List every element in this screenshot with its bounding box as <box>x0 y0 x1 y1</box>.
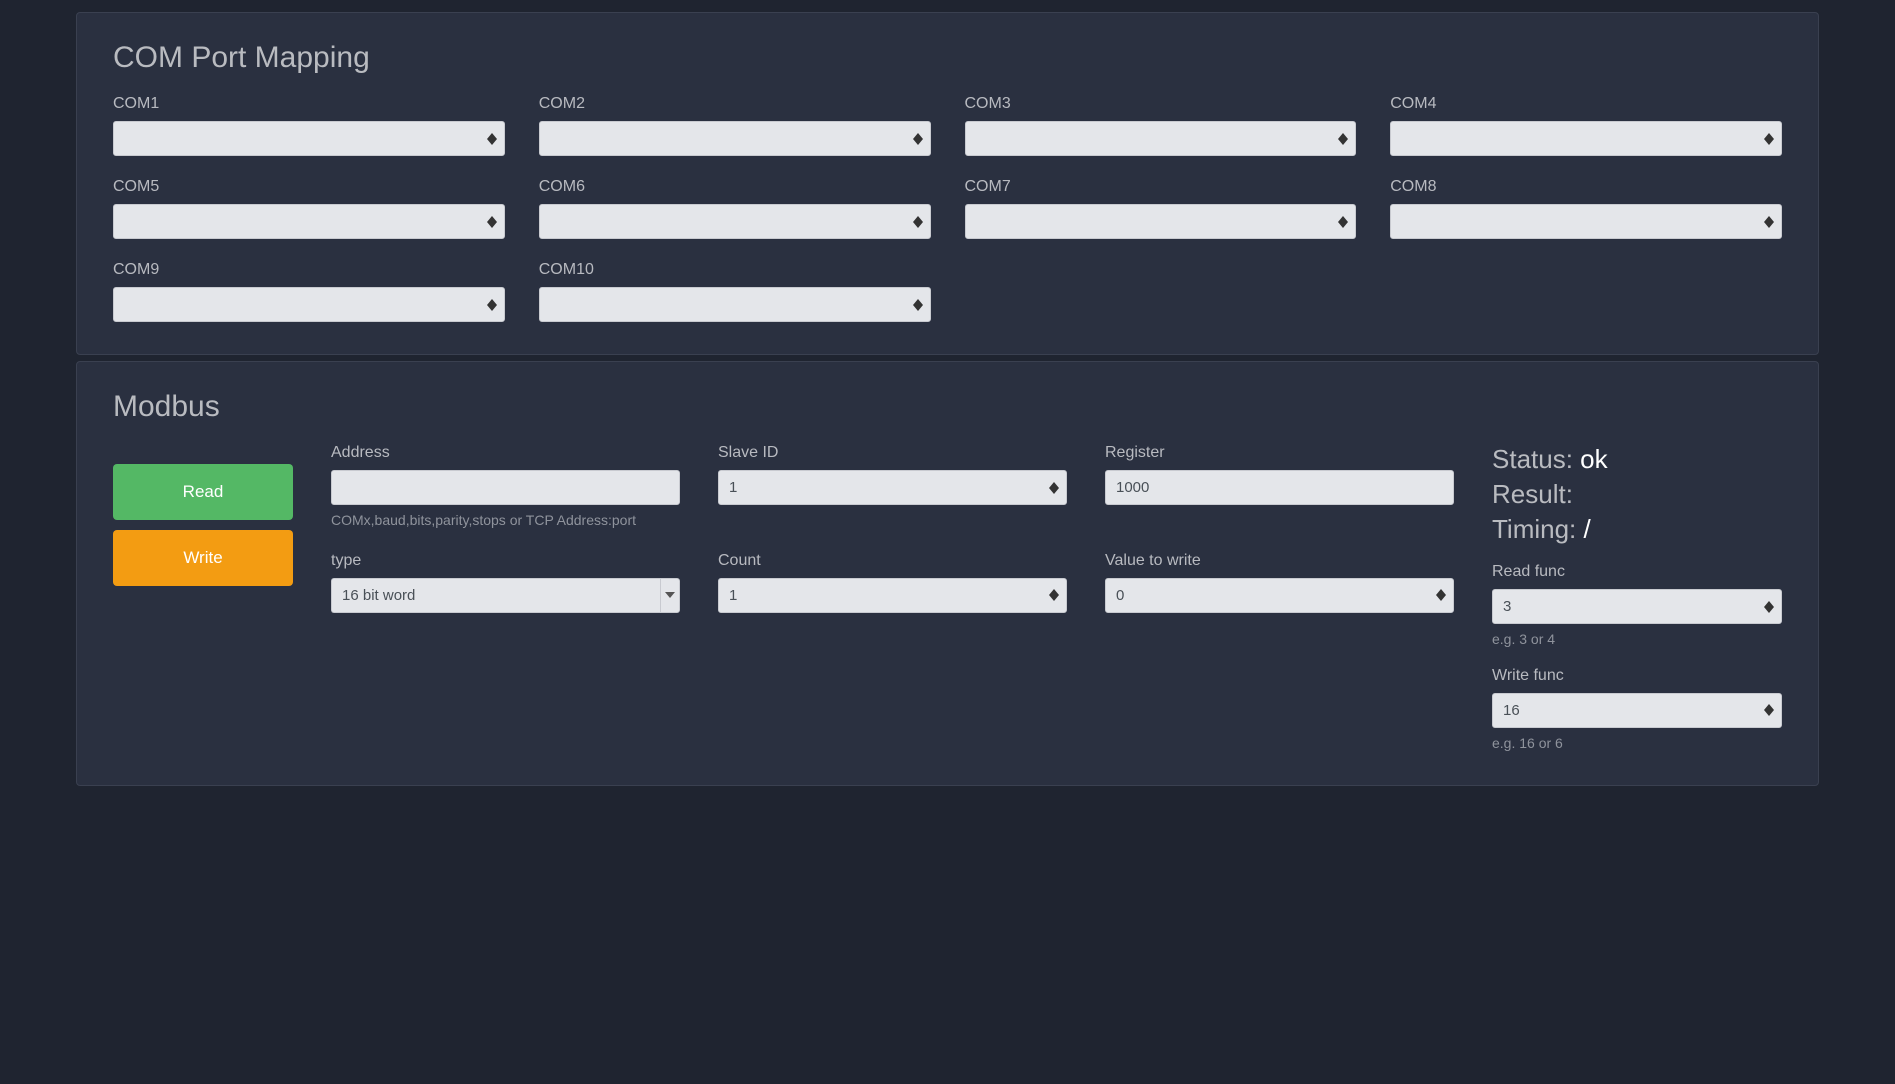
com-port-label: COM4 <box>1390 95 1782 113</box>
modbus-panel: Modbus Read Write Address COMx,baud,bits… <box>76 361 1819 786</box>
status-value: ok <box>1580 444 1607 474</box>
write-button[interactable]: Write <box>113 530 293 586</box>
com-port-field: COM8 <box>1390 178 1782 239</box>
com-port-mapping-panel: COM Port Mapping COM1COM2COM3COM4COM5COM… <box>76 12 1819 355</box>
com-port-label: COM8 <box>1390 178 1782 196</box>
com-port-field: COM2 <box>539 95 931 156</box>
read-func-label: Read func <box>1492 563 1782 581</box>
com-port-label: COM7 <box>965 178 1357 196</box>
result-label: Result: <box>1492 479 1573 509</box>
modbus-title: Modbus <box>113 390 1782 424</box>
timing-label: Timing: <box>1492 514 1576 544</box>
value-to-write-input[interactable] <box>1105 578 1454 613</box>
com-port-input[interactable] <box>539 121 931 156</box>
com-port-input[interactable] <box>539 204 931 239</box>
com-port-label: COM6 <box>539 178 931 196</box>
slave-id-label: Slave ID <box>718 444 1067 462</box>
com-port-grid: COM1 COM2 COM3 COM4 COM5 COM6 COM7 COM8 COM9 COM1… <box>113 95 1782 322</box>
com-port-input[interactable] <box>113 204 505 239</box>
com-port-field: COM1 <box>113 95 505 156</box>
com-port-field: COM10 <box>539 261 931 322</box>
read-button[interactable]: Read <box>113 464 293 520</box>
register-input[interactable] <box>1105 470 1454 505</box>
address-input[interactable] <box>331 470 680 505</box>
slave-id-input[interactable] <box>718 470 1067 505</box>
address-help: COMx,baud,bits,parity,stops or TCP Addre… <box>331 511 680 530</box>
com-port-input[interactable] <box>539 287 931 322</box>
com-port-label: COM2 <box>539 95 931 113</box>
com-port-label: COM5 <box>113 178 505 196</box>
com-port-field: COM6 <box>539 178 931 239</box>
com-port-label: COM1 <box>113 95 505 113</box>
timing-value: / <box>1584 514 1591 544</box>
write-func-label: Write func <box>1492 667 1782 685</box>
write-func-input[interactable] <box>1492 693 1782 728</box>
com-port-label: COM10 <box>539 261 931 279</box>
timing-line: Timing: / <box>1492 514 1782 545</box>
com-port-field: COM4 <box>1390 95 1782 156</box>
read-func-input[interactable] <box>1492 589 1782 624</box>
result-line: Result: <box>1492 479 1782 510</box>
com-port-input[interactable] <box>113 287 505 322</box>
com-port-input[interactable] <box>1390 121 1782 156</box>
register-label: Register <box>1105 444 1454 462</box>
com-port-label: COM9 <box>113 261 505 279</box>
com-port-input[interactable] <box>1390 204 1782 239</box>
com-port-field: COM3 <box>965 95 1357 156</box>
count-label: Count <box>718 552 1067 570</box>
com-port-field: COM5 <box>113 178 505 239</box>
com-port-field: COM7 <box>965 178 1357 239</box>
com-port-field: COM9 <box>113 261 505 322</box>
com-port-mapping-title: COM Port Mapping <box>113 41 1782 75</box>
count-input[interactable] <box>718 578 1067 613</box>
com-port-label: COM3 <box>965 95 1357 113</box>
com-port-input[interactable] <box>113 121 505 156</box>
value-to-write-label: Value to write <box>1105 552 1454 570</box>
write-func-help: e.g. 16 or 6 <box>1492 734 1782 753</box>
type-label: type <box>331 552 680 570</box>
type-select[interactable]: 16 bit word <box>331 578 680 613</box>
type-select-value: 16 bit word <box>331 578 660 613</box>
com-port-input[interactable] <box>965 121 1357 156</box>
status-label: Status: <box>1492 444 1573 474</box>
chevron-down-icon <box>660 578 680 613</box>
address-label: Address <box>331 444 680 462</box>
com-port-input[interactable] <box>965 204 1357 239</box>
status-line: Status: ok <box>1492 444 1782 475</box>
read-func-help: e.g. 3 or 4 <box>1492 630 1782 649</box>
